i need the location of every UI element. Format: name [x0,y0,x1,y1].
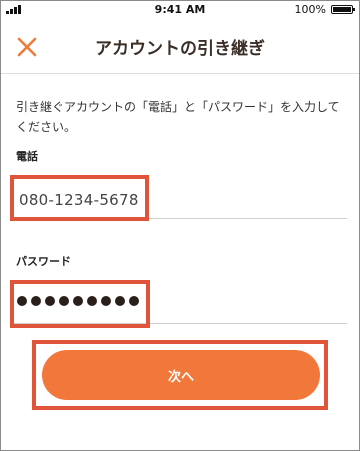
password-input[interactable] [17,296,139,306]
password-label: パスワード [16,255,71,268]
instructions-text: 引き継ぐアカウントの「電話」と「パスワード」を入力してください。 [16,100,340,134]
battery-percent: 100% [294,3,326,16]
nav-bar: アカウントの引き継ぎ [1,19,359,74]
phone-label: 電話 [16,150,38,163]
status-bar: 9:41 AM 100% [1,1,359,19]
phone-underline [13,218,347,219]
phone-input[interactable]: 080-1234-5678 [19,191,139,209]
next-button[interactable]: 次へ [42,350,320,400]
app-screen: 9:41 AM 100% アカウントの引き継ぎ 引き継ぐアカウントの「電話」と「… [0,0,360,451]
page-title: アカウントの引き継ぎ [95,39,265,59]
battery-icon [331,5,355,14]
password-underline [13,323,347,324]
